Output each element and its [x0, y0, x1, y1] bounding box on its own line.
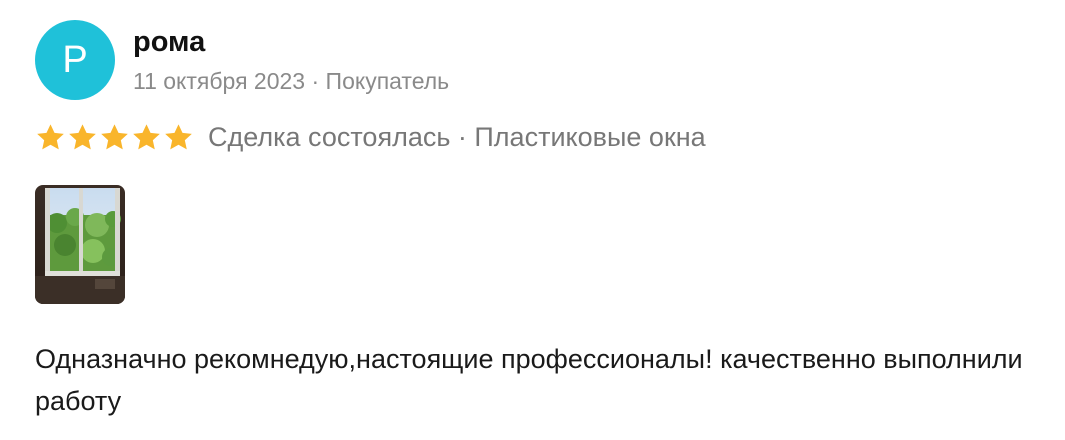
author-name: рома [133, 26, 206, 58]
review-photo[interactable] [35, 185, 125, 304]
review-date: 11 октября 2023 [133, 68, 306, 94]
star-icon [101, 124, 128, 150]
deal-status: Сделка состоялась · Пластиковые окна [208, 122, 706, 152]
star-icon [133, 124, 160, 150]
star-rating [35, 122, 194, 153]
reviewer-role: Покупатель [325, 68, 450, 94]
avatar[interactable]: Р [35, 20, 115, 100]
avatar-initial: Р [62, 38, 88, 81]
star-icon [37, 124, 64, 150]
photo-thumbnail-icon [35, 185, 125, 304]
star-icon [69, 124, 96, 150]
rating-row: Сделка состоялась · Пластиковые окна [35, 122, 706, 153]
review-text: Одназначно рекомнедую,настоящие професси… [35, 344, 1023, 416]
meta-separator: · [311, 68, 320, 94]
review-meta: 11 октября 2023 · Покупатель [133, 68, 449, 95]
star-icon [165, 124, 192, 150]
